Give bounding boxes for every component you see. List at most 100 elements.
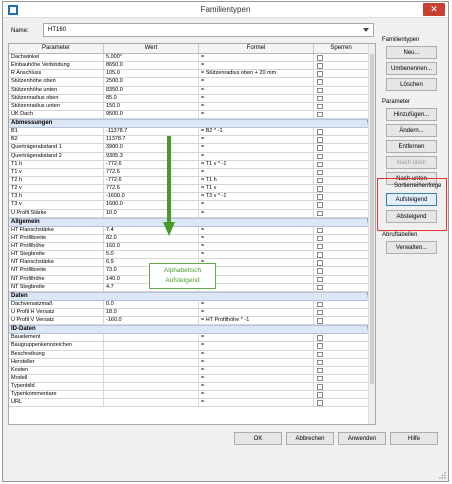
hinzufuegen-button[interactable]: Hinzufügen...	[386, 108, 437, 121]
umbenennen-button[interactable]: Umbenennen...	[386, 62, 437, 75]
wert-cell[interactable]: 8650.0	[104, 62, 199, 70]
lock-checkbox[interactable]	[317, 210, 323, 217]
wert-cell[interactable]	[104, 391, 199, 399]
formel-cell[interactable]: =	[199, 358, 314, 366]
formel-cell[interactable]: =	[199, 275, 314, 283]
entfernen-button[interactable]: Entfernen	[386, 140, 437, 153]
wert-cell[interactable]: 18.0	[104, 308, 199, 317]
formel-cell[interactable]: =	[199, 78, 314, 86]
lock-checkbox[interactable]	[317, 55, 323, 61]
formel-cell[interactable]: =	[199, 102, 314, 110]
lock-checkbox[interactable]	[317, 71, 323, 77]
lock-checkbox[interactable]	[317, 400, 323, 406]
wert-cell[interactable]: 85.0	[104, 94, 199, 102]
lock-checkbox[interactable]	[317, 343, 323, 349]
hilfe-button[interactable]: Hilfe	[390, 432, 438, 445]
group-header[interactable]: Daten⇑	[9, 291, 375, 301]
ok-button[interactable]: OK	[234, 432, 282, 445]
abbrechen-button[interactable]: Abbrechen	[286, 432, 334, 445]
resize-grip-icon[interactable]	[439, 472, 446, 479]
formel-cell[interactable]: =	[199, 226, 314, 234]
wert-cell[interactable]: 82.0	[104, 234, 199, 242]
formel-cell[interactable]: =	[199, 399, 314, 407]
wert-cell[interactable]: 1600.0	[104, 201, 199, 209]
formel-cell[interactable]: =	[199, 383, 314, 391]
formel-cell[interactable]: =	[199, 234, 314, 242]
formel-cell[interactable]: =	[199, 136, 314, 144]
lock-checkbox[interactable]	[317, 284, 323, 291]
wert-cell[interactable]: 160.0	[104, 242, 199, 251]
lock-checkbox[interactable]	[317, 111, 323, 118]
lock-checkbox[interactable]	[317, 392, 323, 398]
formel-cell[interactable]: =	[199, 334, 314, 342]
lock-checkbox[interactable]	[317, 335, 323, 341]
column-header-parameter[interactable]: Parameter	[9, 44, 104, 53]
lock-checkbox[interactable]	[317, 161, 323, 168]
lock-checkbox[interactable]	[317, 153, 323, 160]
wert-cell[interactable]: 105.0	[104, 70, 199, 78]
formel-cell[interactable]: =	[199, 283, 314, 291]
close-button[interactable]: ✕	[423, 3, 445, 16]
formel-cell[interactable]: =	[199, 251, 314, 259]
formel-cell[interactable]: =	[199, 201, 314, 209]
formel-cell[interactable]: =	[199, 374, 314, 383]
lock-checkbox[interactable]	[317, 359, 323, 366]
loeschen-button[interactable]: Löschen	[386, 78, 437, 91]
lock-checkbox[interactable]	[317, 375, 323, 382]
wert-cell[interactable]	[104, 342, 199, 350]
formel-cell[interactable]: =	[199, 86, 314, 94]
wert-cell[interactable]: -11378.7	[104, 128, 199, 136]
formel-cell[interactable]: =	[199, 242, 314, 251]
group-header[interactable]: Allgemein⇑	[9, 217, 375, 227]
anwenden-button[interactable]: Anwenden	[338, 432, 386, 445]
formel-cell[interactable]: =	[199, 209, 314, 217]
lock-checkbox[interactable]	[317, 235, 323, 242]
formel-cell[interactable]: =	[199, 168, 314, 176]
wert-cell[interactable]	[104, 350, 199, 358]
formel-cell[interactable]: =	[199, 391, 314, 399]
wert-cell[interactable]: 10.0	[104, 209, 199, 217]
lock-checkbox[interactable]	[317, 87, 323, 94]
lock-checkbox[interactable]	[317, 367, 323, 374]
lock-checkbox[interactable]	[317, 276, 323, 283]
lock-checkbox[interactable]	[317, 177, 323, 184]
formel-cell[interactable]: =	[199, 94, 314, 102]
wert-cell[interactable]: -772.6	[104, 176, 199, 185]
lock-checkbox[interactable]	[317, 95, 323, 102]
formel-cell[interactable]: = T1 h	[199, 176, 314, 185]
formel-cell[interactable]: =	[199, 366, 314, 374]
wert-cell[interactable]: 772.6	[104, 168, 199, 176]
wert-cell[interactable]: 5.000°	[104, 54, 199, 62]
lock-checkbox[interactable]	[317, 129, 323, 135]
lock-checkbox[interactable]	[317, 309, 323, 316]
formel-cell[interactable]: =	[199, 267, 314, 275]
formel-cell[interactable]: = B2 * -1	[199, 128, 314, 136]
formel-cell[interactable]: =	[199, 342, 314, 350]
wert-cell[interactable]: 772.6	[104, 185, 199, 193]
formel-cell[interactable]: =	[199, 308, 314, 317]
formel-cell[interactable]: =	[199, 300, 314, 308]
wert-cell[interactable]	[104, 358, 199, 366]
aendern-button[interactable]: Ändern...	[386, 124, 437, 137]
formel-cell[interactable]: =	[199, 144, 314, 152]
formel-cell[interactable]: =	[199, 350, 314, 358]
wert-cell[interactable]: 2500.0	[104, 78, 199, 86]
grid-scrollbar[interactable]	[368, 44, 375, 424]
verwalten-button[interactable]: Verwalten...	[386, 241, 437, 254]
lock-checkbox[interactable]	[317, 384, 323, 390]
group-header[interactable]: Abmessungen⇑	[9, 119, 375, 129]
type-name-dropdown[interactable]: HT160	[43, 23, 374, 37]
lock-checkbox[interactable]	[317, 252, 323, 258]
wert-cell[interactable]: 9305.3	[104, 152, 199, 160]
lock-checkbox[interactable]	[317, 79, 323, 85]
group-header[interactable]: ID-Daten⇑	[9, 325, 375, 335]
wert-cell[interactable]: 5.0	[104, 251, 199, 259]
wert-cell[interactable]: 11378.7	[104, 136, 199, 144]
column-header-wert[interactable]: Wert	[104, 44, 199, 53]
wert-cell[interactable]: -160.0	[104, 317, 199, 325]
column-header-formel[interactable]: Formel	[199, 44, 314, 53]
wert-cell[interactable]: 8350.0	[104, 86, 199, 94]
lock-checkbox[interactable]	[317, 186, 323, 192]
formel-cell[interactable]: = T1 v	[199, 185, 314, 193]
formel-cell[interactable]: = T1 v * -1	[199, 160, 314, 168]
